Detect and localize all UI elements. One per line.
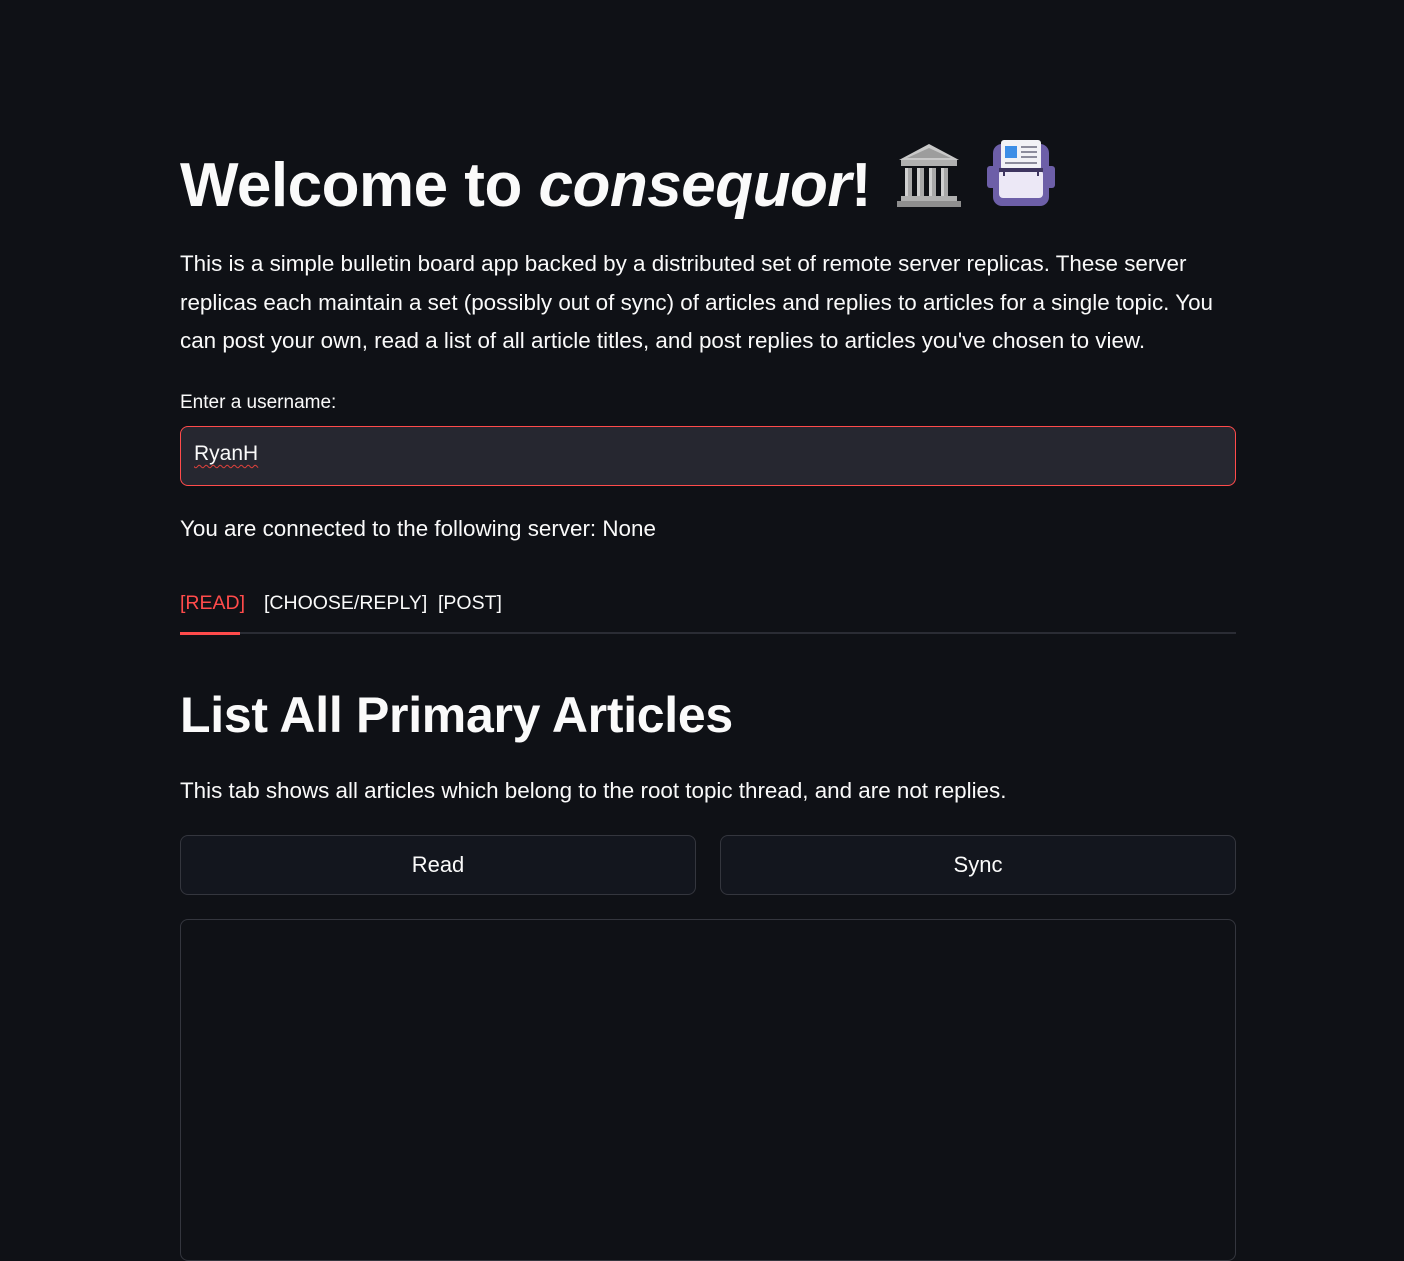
tab-read[interactable]: [READ] [180,590,245,616]
sync-button[interactable]: Sync [720,835,1236,895]
server-status-text: You are connected to the following serve… [180,516,656,541]
section-title: List All Primary Articles [180,687,733,743]
tab-bar: [READ] [CHOOSE/REPLY] [POST] [180,586,1236,636]
username-label: Enter a username: [180,392,337,413]
read-button[interactable]: Read [180,835,696,895]
tab-track [180,632,1236,634]
page-title: Welcome to consequor! [180,140,1056,232]
classical-building-icon [897,142,962,230]
username-value: RyanH [194,442,259,465]
intro-text: This is a simple bulletin board app back… [180,251,1213,353]
username-input[interactable]: RyanH [180,426,1236,486]
active-tab-indicator [180,632,240,635]
tab-choose-reply[interactable]: [CHOOSE/REPLY] [264,590,427,616]
section-description: This tab shows all articles which belong… [180,778,1007,803]
title-app-name: consequor [538,151,852,220]
articles-output-box [180,919,1236,1261]
newspaper-box-icon [987,140,1056,232]
tab-post[interactable]: [POST] [438,590,502,616]
title-suffix: ! [850,151,872,220]
title-prefix: Welcome to [180,151,539,220]
